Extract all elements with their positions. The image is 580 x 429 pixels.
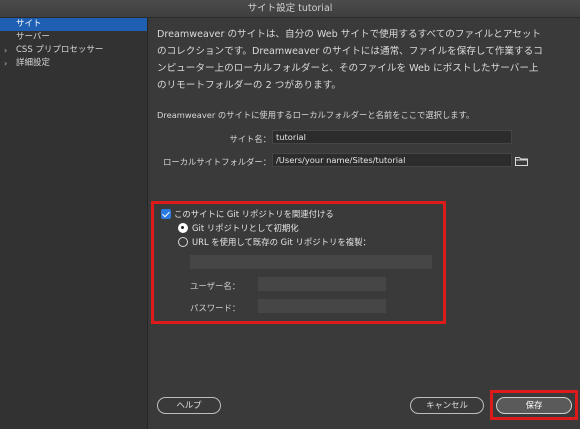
- sidebar: サイト サーバー › CSS プリプロセッサー › 詳細設定: [0, 18, 148, 429]
- sidebar-item-site[interactable]: サイト: [0, 18, 147, 31]
- save-button[interactable]: 保存: [496, 397, 572, 414]
- chevron-right-icon[interactable]: ›: [4, 44, 7, 57]
- git-clone-radio[interactable]: [178, 237, 188, 247]
- intro-text: Dreamweaver のサイトは、自分の Web サイトで使用するすべてのファ…: [157, 26, 577, 94]
- intro-line: ンピューター上のローカルフォルダーと、そのファイルを Web にポストしたサーバ…: [157, 63, 539, 74]
- username-label: ユーザー名：: [190, 281, 241, 291]
- folder-icon[interactable]: [515, 156, 528, 166]
- sidebar-item-advanced[interactable]: › 詳細設定: [0, 57, 147, 70]
- intro-line: のリモートフォルダーの 2 つがあります。: [157, 80, 341, 91]
- sidebar-item-label: サーバー: [16, 32, 50, 42]
- git-init-radio[interactable]: [178, 223, 188, 233]
- password-label: パスワード：: [190, 303, 241, 313]
- cancel-button[interactable]: キャンセル: [410, 397, 484, 414]
- git-associate-label: このサイトに Git リポジトリを関連付ける: [174, 209, 334, 219]
- git-associate-checkbox[interactable]: [161, 209, 171, 219]
- window-title: サイト設定 tutorial: [0, 0, 580, 18]
- git-clone-label: URL を使用して既存の Git リポジトリを複製：: [192, 237, 371, 247]
- help-button[interactable]: ヘルプ: [157, 397, 221, 414]
- username-field[interactable]: [258, 277, 386, 291]
- local-folder-field[interactable]: [272, 153, 512, 167]
- sidebar-item-css-preprocessor[interactable]: › CSS プリプロセッサー: [0, 44, 147, 57]
- sidebar-item-label: CSS プリプロセッサー: [16, 45, 104, 55]
- local-folder-label: ローカルサイトフォルダー：: [163, 157, 271, 167]
- form-caption: Dreamweaver のサイトに使用するローカルフォルダーと名前をここで選択し…: [157, 110, 475, 120]
- sidebar-item-label: サイト: [16, 19, 42, 29]
- git-init-label: Git リポジトリとして初期化: [192, 223, 299, 233]
- main-panel: Dreamweaver のサイトは、自分の Web サイトで使用するすべてのファ…: [149, 18, 580, 429]
- intro-line: Dreamweaver のサイトは、自分の Web サイトで使用するすべてのファ…: [157, 29, 542, 40]
- sidebar-item-server[interactable]: サーバー: [0, 31, 147, 44]
- git-url-field[interactable]: [190, 255, 432, 269]
- chevron-right-icon[interactable]: ›: [4, 57, 7, 70]
- intro-line: のコレクションです。Dreamweaver のサイトには通常、ファイルを保存して…: [157, 46, 543, 57]
- site-name-field[interactable]: [272, 130, 512, 144]
- git-section: このサイトに Git リポジトリを関連付ける Git リポジトリとして初期化 U…: [151, 201, 446, 324]
- site-name-label: サイト名：: [229, 134, 272, 144]
- sidebar-item-label: 詳細設定: [16, 58, 51, 68]
- password-field[interactable]: [258, 299, 386, 313]
